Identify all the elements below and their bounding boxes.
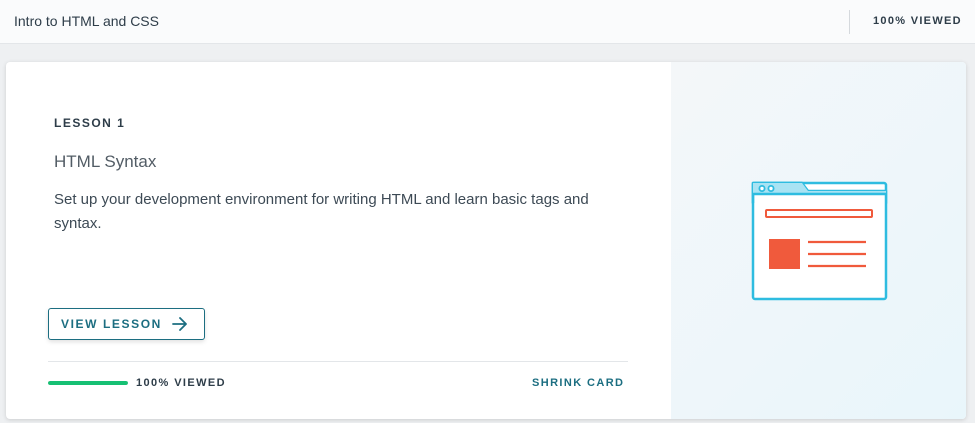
course-header: Intro to HTML and CSS 100% VIEWED bbox=[0, 0, 975, 44]
lesson-description: Set up your development environment for … bbox=[54, 191, 589, 232]
progress-label: 100% VIEWED bbox=[136, 377, 226, 389]
progress-bar-fill bbox=[48, 381, 128, 385]
arrow-right-icon bbox=[172, 317, 188, 331]
lesson-illustration-panel bbox=[671, 62, 966, 419]
view-lesson-label: VIEW LESSON bbox=[61, 317, 162, 331]
shrink-card-button[interactable]: SHRINK CARD bbox=[532, 377, 624, 389]
header-divider bbox=[849, 10, 850, 34]
lesson-card-content: LESSON 1 HTML Syntax Set up your develop… bbox=[6, 62, 671, 419]
card-footer-divider bbox=[48, 361, 628, 362]
browser-window-icon bbox=[750, 180, 890, 309]
view-lesson-button[interactable]: VIEW LESSON bbox=[48, 308, 205, 340]
lesson-card: LESSON 1 HTML Syntax Set up your develop… bbox=[6, 62, 966, 419]
progress-bar bbox=[48, 381, 128, 385]
course-viewed-status: 100% VIEWED bbox=[873, 15, 962, 27]
lesson-title: HTML Syntax bbox=[54, 152, 157, 171]
course-title: Intro to HTML and CSS bbox=[14, 13, 159, 29]
lesson-number: LESSON 1 bbox=[54, 116, 126, 130]
